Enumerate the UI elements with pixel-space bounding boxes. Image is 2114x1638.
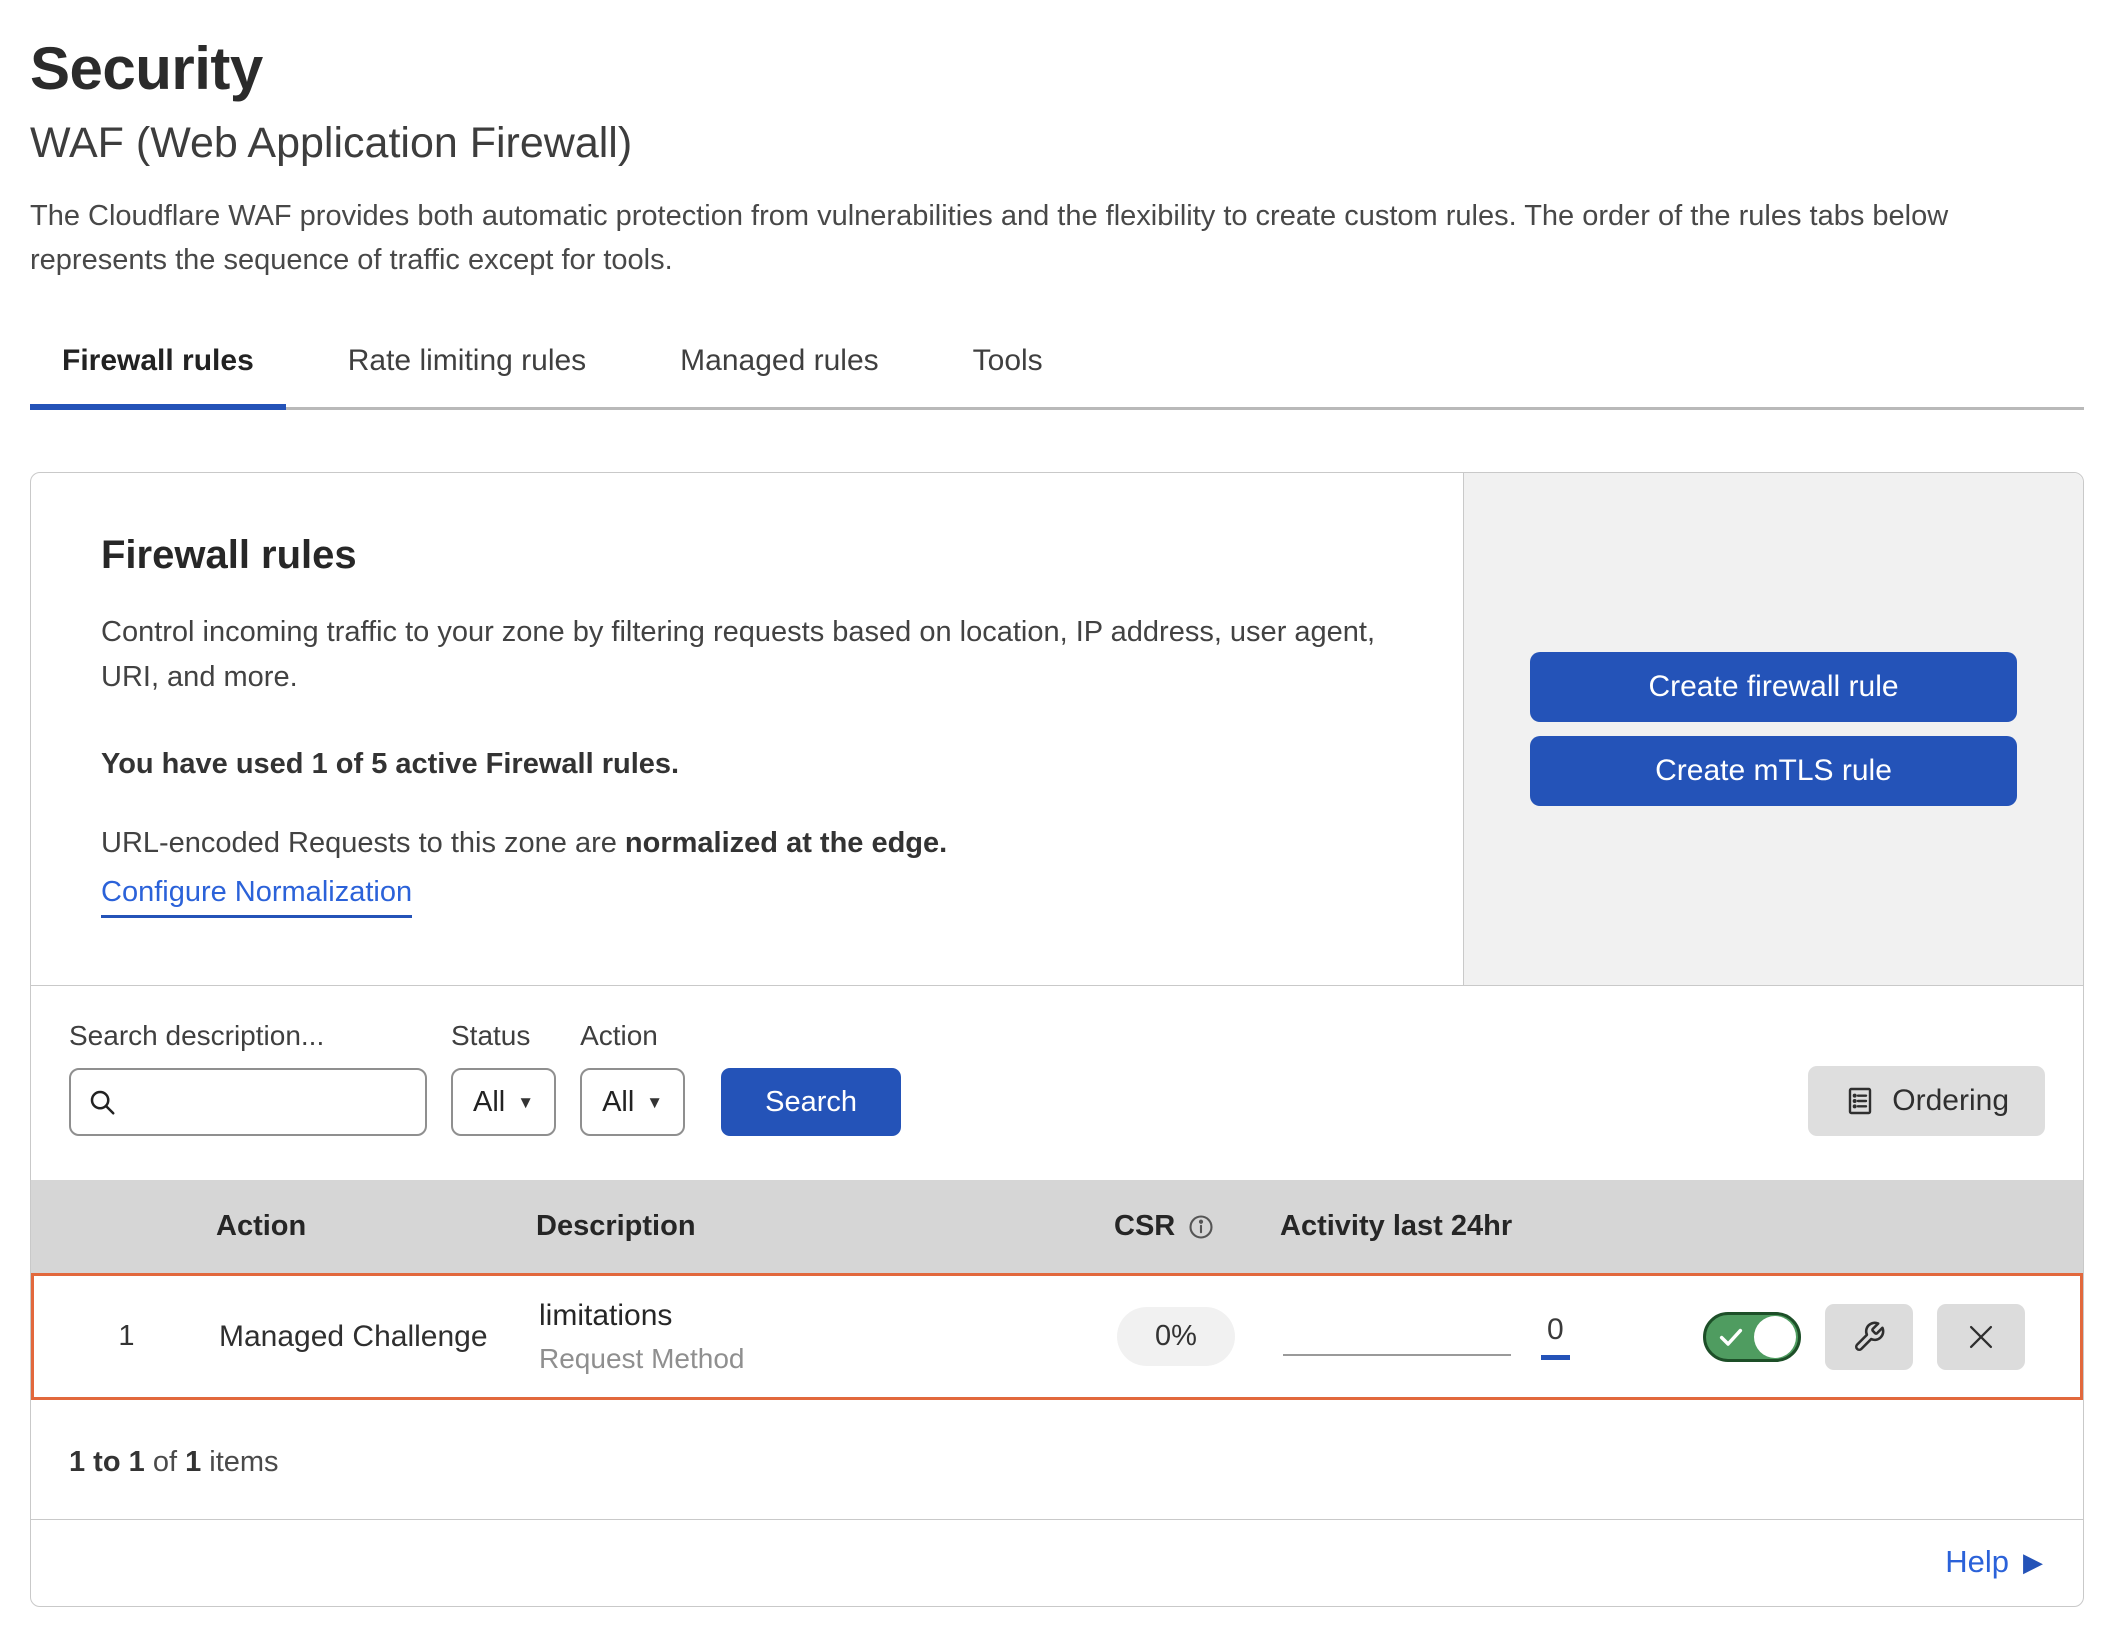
items-total: 1 [185,1446,201,1478]
rule-priority: 1 [34,1320,219,1353]
help-row: Help ▶ [31,1520,2083,1606]
search-input-box[interactable] [69,1068,427,1136]
action-field-label: Action [580,1020,685,1052]
help-link[interactable]: Help ▶ [1945,1544,2043,1580]
header-csr-label: CSR [1114,1210,1175,1243]
items-range: 1 to 1 [69,1446,145,1478]
panel-heading: Firewall rules [101,533,1393,578]
check-icon [1717,1323,1745,1351]
delete-rule-button[interactable] [1937,1304,2025,1370]
search-button[interactable]: Search [721,1068,901,1136]
ordering-button-label: Ordering [1892,1084,2009,1118]
action-field-group: Action All ▼ [580,1020,685,1136]
configure-normalization-link[interactable]: Configure Normalization [101,876,412,918]
firewall-rule-row[interactable]: 1 Managed Challenge limitations Request … [31,1273,2083,1400]
header-activity: Activity last 24hr [1280,1210,1700,1243]
table-header: Action Description CSR Activity last 24h… [31,1180,2083,1273]
status-select-value: All [473,1086,505,1119]
header-description: Description [536,1210,1114,1243]
info-icon[interactable] [1187,1213,1215,1241]
rule-expression-summary: Request Method [539,1343,1117,1375]
firewall-rules-card: Firewall rules Control incoming traffic … [30,472,2084,1607]
items-of: of [153,1446,177,1478]
status-select[interactable]: All ▼ [451,1068,556,1136]
search-field-group: Search description... [69,1020,427,1136]
tab-managed-rules[interactable]: Managed rules [648,328,910,410]
wrench-icon [1852,1320,1886,1354]
tab-tools[interactable]: Tools [941,328,1075,410]
usage-summary: You have used 1 of 5 active Firewall rul… [101,748,1393,781]
action-select-value: All [602,1086,634,1119]
tab-firewall-rules[interactable]: Firewall rules [30,328,286,410]
normalization-note: URL-encoded Requests to this zone are no… [101,827,1393,860]
rule-csr-cell: 0% [1117,1307,1283,1366]
rule-activity-cell: 0 [1283,1313,1703,1360]
actions-panel: Create firewall rule Create mTLS rule [1463,473,2083,985]
items-word: items [209,1446,278,1478]
status-field-group: Status All ▼ [451,1020,556,1136]
waf-tab-bar: Firewall rules Rate limiting rules Manag… [30,328,2084,410]
firewall-rules-info-section: Firewall rules Control incoming traffic … [31,473,2083,986]
search-input[interactable] [127,1086,409,1118]
create-firewall-rule-button[interactable]: Create firewall rule [1530,652,2017,722]
normalization-note-bold: normalized at the edge. [625,827,947,859]
page-subtitle: WAF (Web Application Firewall) [30,119,2084,168]
header-csr: CSR [1114,1210,1280,1243]
status-field-label: Status [451,1020,556,1052]
action-select[interactable]: All ▼ [580,1068,685,1136]
search-icon [87,1087,117,1117]
header-action: Action [216,1210,536,1243]
security-waf-page: Security WAF (Web Application Firewall) … [0,0,2114,1638]
activity-count-link[interactable]: 0 [1541,1313,1570,1360]
firewall-rules-info: Firewall rules Control incoming traffic … [31,473,1463,985]
csr-badge: 0% [1117,1307,1235,1366]
help-arrow-icon: ▶ [2023,1547,2043,1578]
create-mtls-rule-button[interactable]: Create mTLS rule [1530,736,2017,806]
search-field-label: Search description... [69,1020,427,1052]
ordering-list-icon [1844,1085,1876,1117]
help-link-label: Help [1945,1544,2009,1580]
filter-bar: Search description... Status All ▼ [31,986,2083,1180]
close-icon [1964,1320,1998,1354]
ordering-button[interactable]: Ordering [1808,1066,2045,1136]
rule-controls [1703,1304,2080,1370]
rule-description-cell: limitations Request Method [539,1299,1117,1375]
rule-description[interactable]: limitations [539,1299,1117,1333]
edit-rule-button[interactable] [1825,1304,1913,1370]
activity-sparkline [1283,1354,1511,1356]
page-intro: The Cloudflare WAF provides both automat… [30,194,2065,282]
pagination-summary: 1 to 1 of 1 items [31,1400,2083,1520]
toggle-knob [1754,1316,1796,1358]
page-title: Security [30,34,2084,103]
caret-down-icon: ▼ [517,1094,534,1111]
rule-action: Managed Challenge [219,1320,539,1354]
panel-description: Control incoming traffic to your zone by… [101,610,1393,700]
caret-down-icon: ▼ [646,1094,663,1111]
rule-enabled-toggle[interactable] [1703,1312,1801,1362]
normalization-note-text: URL-encoded Requests to this zone are [101,827,625,859]
tab-rate-limiting-rules[interactable]: Rate limiting rules [316,328,618,410]
